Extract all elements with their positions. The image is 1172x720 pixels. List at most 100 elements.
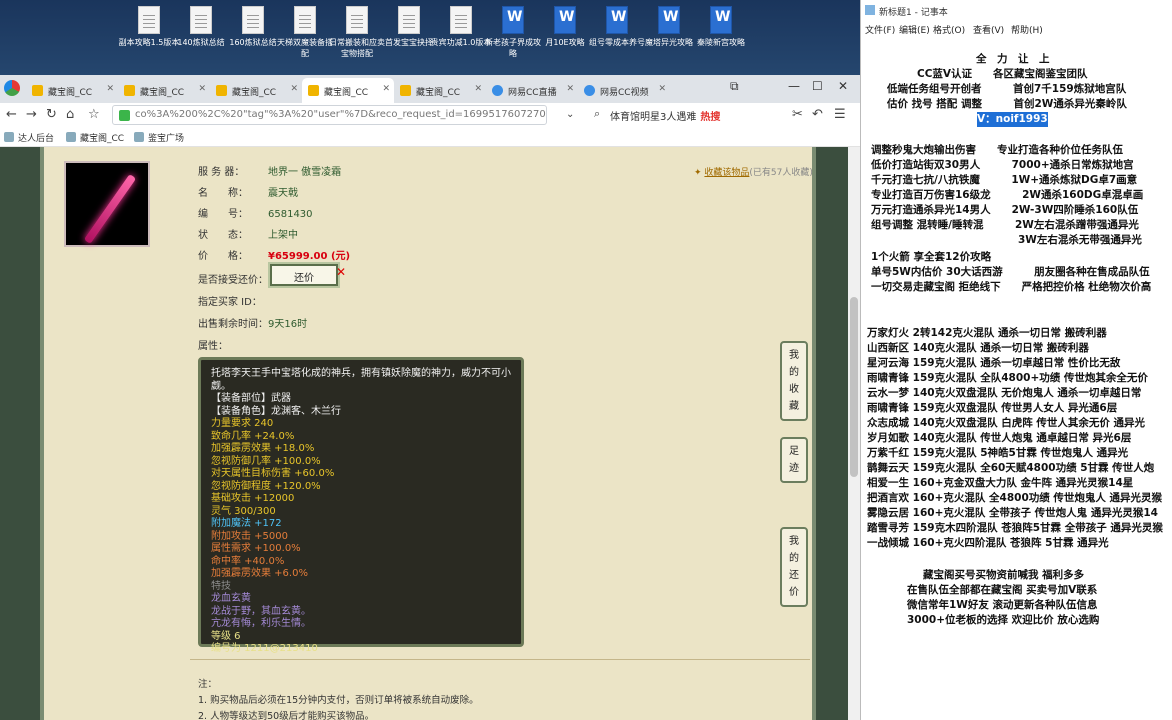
attribute-line: 对天属性目标伤害 +60.0%: [211, 468, 335, 479]
attribute-line: 属性需求 +100.0%: [211, 543, 301, 554]
notepad-menu-item[interactable]: 编辑(E): [899, 23, 930, 36]
notes: 注： 1. 购买物品后必须在15分钟内支付，否则订单将被系统自动废除。 2. 人…: [198, 677, 479, 720]
bookmark-item[interactable]: 达人后台: [4, 131, 54, 144]
footprint-button[interactable]: 足迹: [780, 437, 808, 483]
notepad-text-line: 相爱一生 160+克金双盘大力队 金牛阵 通异光灵猴14星: [867, 477, 1134, 489]
bookmark-star-icon[interactable]: ☆: [88, 107, 100, 122]
tab-close-icon[interactable]: ✕: [382, 84, 390, 94]
bookmark-item[interactable]: 鉴宝广场: [134, 131, 184, 144]
notepad-text-line: 一战倾城 160+克火四阶混队 苍狼阵 5甘霖 通异光: [867, 537, 1109, 549]
tab-close-icon[interactable]: ✕: [658, 84, 666, 94]
notepad-menu-item[interactable]: 格式(O): [933, 23, 965, 36]
reload-icon[interactable]: ↻: [46, 107, 57, 122]
tab-favicon-icon: [584, 85, 595, 96]
bookmarks-bar: 达人后台 藏宝阁_CC 鉴宝广场: [0, 127, 860, 147]
shield-icon: [119, 110, 130, 121]
desktop-file-icon[interactable]: 秦陵新宫攻略: [690, 6, 752, 48]
bookmark-item[interactable]: 藏宝阁_CC: [66, 131, 124, 144]
dropdown-icon[interactable]: ⌄: [566, 109, 574, 120]
haggle-button[interactable]: 还价: [270, 264, 338, 286]
notepad-menu-item[interactable]: 帮助(H): [1011, 23, 1043, 36]
close-icon[interactable]: ✕: [336, 265, 346, 279]
favorite-link[interactable]: ✦ 收藏该物品(已有57人收藏): [694, 165, 813, 178]
undo-icon[interactable]: ↶: [812, 107, 823, 122]
tab-strip: 藏宝阁_CC ✕ 藏宝阁_CC ✕ 藏宝阁_CC ✕ 藏宝阁_CC ✕ 藏宝阁_CC ✕ 网易CC直…: [0, 75, 860, 103]
search-text: 体育馆明星3人遇难: [610, 112, 697, 123]
tab-close-icon[interactable]: ✕: [106, 84, 114, 94]
maximize-icon[interactable]: ☐: [812, 79, 823, 93]
notepad-text-line: 3W左右混杀无带强通异光: [871, 234, 1142, 246]
name-label: 名 称：: [198, 188, 248, 199]
attribute-box: 托塔李天王手中宝塔化成的神兵，拥有镇妖除魔的神力，威力不可小 觑。 【装备部位】武器…: [198, 357, 524, 654]
browser-tab[interactable]: 网易CC直播 ✕: [486, 78, 578, 103]
tab-close-icon[interactable]: ✕: [198, 84, 206, 94]
forward-icon[interactable]: →: [26, 107, 37, 122]
notepad-text-line: 踏雪寻芳 159克木四阶混队 苍狼阵5甘霖 全带孩子 通异光灵猴: [867, 522, 1163, 534]
tab-close-icon[interactable]: ✕: [566, 84, 574, 94]
notepad-menu-item[interactable]: 查看(V): [973, 23, 1004, 36]
attr-row: 属性：: [198, 337, 268, 352]
browser-tab[interactable]: 藏宝阁_CC ✕: [118, 78, 210, 103]
attribute-line: 编号为 1211@213410: [211, 643, 318, 654]
search-box[interactable]: ⌕ 体育馆明星3人遇难 热搜: [592, 105, 732, 125]
attribute-line: 附加攻击 +5000: [211, 530, 289, 542]
notepad-text-line: 岁月如歌 140克火混队 传世人炮鬼 通卓越日常 异光6层: [867, 432, 1132, 444]
browser-tab[interactable]: 网易CC视频 ✕: [578, 78, 670, 103]
text-document-icon: [398, 6, 420, 34]
tab-label: 藏宝阁_CC: [324, 88, 369, 98]
browser-tab[interactable]: 藏宝阁_CC ✕: [210, 78, 302, 103]
notepad-text-line: 星河云海 159克火混队 通杀一切卓越日常 性价比无敌: [867, 357, 1121, 369]
tab-close-icon[interactable]: ✕: [474, 84, 482, 94]
menu-icon[interactable]: ☰: [834, 107, 846, 122]
browser-tab[interactable]: 藏宝阁_CC ✕: [26, 78, 118, 103]
browser-tab[interactable]: 藏宝阁_CC ✕: [394, 78, 486, 103]
server-row: 服 务 器： 地界一 傲雪凌霜: [198, 163, 341, 178]
status-value: 上架中: [268, 230, 298, 241]
tab-menu-icon[interactable]: ⧉: [730, 79, 739, 94]
item-detail-panel: ✦ 收藏该物品(已有57人收藏) 服 务 器： 地界一 傲雪凌霜 名 称： 震天戟 …: [40, 147, 816, 720]
word-document-icon: [606, 6, 628, 34]
notepad-text-line: 鹊舞云天 159克火混队 全60天赋4800功绩 5甘霖 传世人炮: [867, 462, 1155, 474]
close-window-icon[interactable]: ✕: [838, 79, 848, 93]
haggle-label: 是否接受还价：: [198, 275, 268, 286]
attribute-line: 龙战于野，其血玄黄。: [211, 605, 311, 617]
my-haggle-button[interactable]: 我的还价: [780, 527, 808, 607]
my-favorites-button[interactable]: 我的收藏: [780, 341, 808, 421]
browser-tab[interactable]: 藏宝阁_CC ✕: [302, 78, 394, 103]
cut-icon[interactable]: ✂: [792, 107, 803, 122]
address-bar[interactable]: co%3A%200%2C%20"tag"%3A%20"user"%7D&reco…: [112, 105, 547, 125]
time-label: 出售剩余时间：: [198, 319, 268, 330]
notes-title: 注：: [198, 679, 218, 690]
note-line: 2. 人物等级达到50级后才能购买该物品。: [198, 711, 375, 720]
divider: [190, 659, 810, 660]
notepad-text-line: 万家灯火 2转142克火混队 通杀一切日常 搬砖利器: [867, 327, 1107, 339]
back-icon[interactable]: ←: [6, 107, 17, 122]
notepad-menu-item[interactable]: 文件(F): [865, 23, 895, 36]
side-button-label: 我的还价: [789, 536, 799, 598]
item-image: [64, 161, 150, 247]
notepad-text-line: 专业打造百万伤害16级龙 2W通杀160DG卓混卓画: [871, 189, 1144, 201]
name-value: 震天戟: [268, 188, 298, 199]
attribute-line: 基础攻击 +12000: [211, 493, 295, 504]
search-icon: ⌕: [594, 107, 601, 120]
tab-close-icon[interactable]: ✕: [290, 84, 298, 94]
nav-toolbar: ← → ↻ ⌂ ☆ co%3A%200%2C%20"tag"%3A%20"use…: [0, 103, 860, 127]
notepad-text-area[interactable]: 全 力 让 上 CC蓝V认证 各区藏宝阁鉴宝团队 低端任务组号开创者 首创7千159…: [861, 40, 1172, 720]
notepad-text-line: 一切交易走藏宝阁 拒绝线下 严格把控价格 杜绝物次价高: [871, 281, 1152, 293]
notepad-text-line: CC蓝V认证 各区藏宝阁鉴宝团队: [917, 68, 1088, 80]
word-document-icon: [710, 6, 732, 34]
home-icon[interactable]: ⌂: [66, 107, 74, 122]
scrollbar-thumb[interactable]: [850, 297, 858, 477]
notepad-text-line: 单号5W内估价 30大话西游 朋友圈各种在售成品队伍: [871, 266, 1150, 278]
browser-logo-icon[interactable]: [4, 80, 20, 96]
page-content: ✦ 收藏该物品(已有57人收藏) 服 务 器： 地界一 傲雪凌霜 名 称： 震天戟 …: [0, 147, 848, 720]
buyer-row: 指定买家 ID：: [198, 293, 268, 308]
text-document-icon: [294, 6, 316, 34]
notepad-text-line: 全 力 让 上: [976, 53, 1050, 65]
favorite-label: 收藏该物品: [704, 168, 750, 178]
notepad-text-line: 藏宝阁买号买物资前喊我 福利多多: [923, 569, 1085, 581]
buyer-label: 指定买家 ID：: [198, 297, 262, 308]
page-scrollbar[interactable]: [848, 147, 860, 720]
attribute-line: 觑。: [211, 380, 231, 392]
minimize-icon[interactable]: —: [788, 79, 800, 93]
